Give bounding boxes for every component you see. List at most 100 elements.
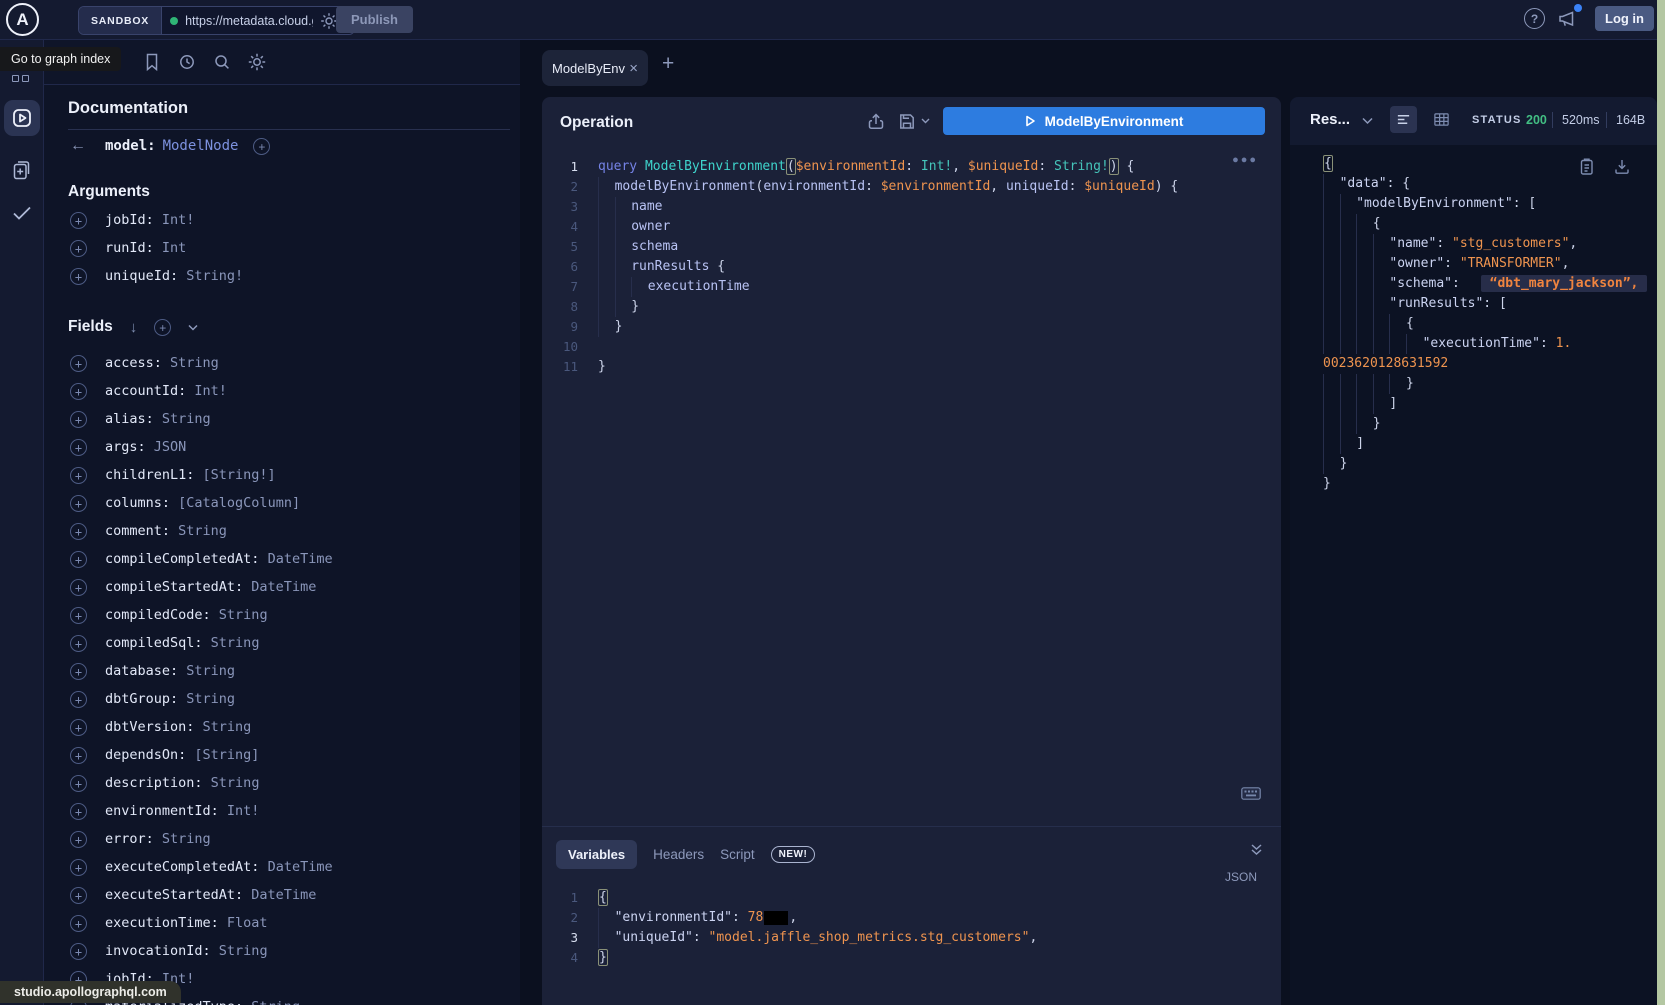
- field-type[interactable]: [CatalogColumn]: [170, 495, 300, 511]
- field-type[interactable]: Int!: [219, 803, 260, 819]
- field-row[interactable]: +dbtVersion: String: [44, 713, 520, 741]
- sidebar-item-schema[interactable]: [11, 158, 33, 182]
- field-row[interactable]: +compileCompletedAt: DateTime: [44, 545, 520, 573]
- field-row[interactable]: +database: String: [44, 657, 520, 685]
- field-row[interactable]: +environmentId: Int!: [44, 797, 520, 825]
- field-row[interactable]: +childrenL1: [String!]: [44, 461, 520, 489]
- add-field-icon[interactable]: +: [70, 579, 87, 596]
- add-field-icon[interactable]: +: [70, 551, 87, 568]
- field-row[interactable]: +dependsOn: [String]: [44, 741, 520, 769]
- field-type[interactable]: String: [154, 831, 211, 847]
- add-field-icon[interactable]: +: [70, 212, 87, 229]
- field-type[interactable]: String: [178, 663, 235, 679]
- add-field-icon[interactable]: +: [70, 495, 87, 512]
- add-field-icon[interactable]: +: [70, 635, 87, 652]
- add-field-icon[interactable]: +: [70, 775, 87, 792]
- field-row[interactable]: +columns: [CatalogColumn]: [44, 489, 520, 517]
- field-type[interactable]: Int: [154, 240, 187, 256]
- add-field-icon[interactable]: +: [70, 719, 87, 736]
- announcements-megaphone-icon[interactable]: [1556, 9, 1578, 29]
- field-type[interactable]: String: [203, 775, 260, 791]
- add-field-icon[interactable]: +: [70, 411, 87, 428]
- settings-gear-icon[interactable]: [247, 51, 267, 73]
- add-field-icon[interactable]: +: [70, 859, 87, 876]
- add-field-icon[interactable]: +: [70, 607, 87, 624]
- field-type[interactable]: String: [170, 523, 227, 539]
- sidebar-item-explorer[interactable]: [4, 100, 40, 136]
- field-type-link[interactable]: ModelNode: [163, 138, 239, 154]
- field-type[interactable]: String: [154, 411, 211, 427]
- share-icon[interactable]: [867, 112, 885, 131]
- field-type[interactable]: String: [203, 635, 260, 651]
- graph-index-icon[interactable]: [12, 75, 29, 82]
- field-type[interactable]: DateTime: [243, 887, 316, 903]
- field-type[interactable]: DateTime: [259, 551, 332, 567]
- field-row[interactable]: +uniqueId: String!: [44, 262, 520, 290]
- field-type[interactable]: String: [211, 607, 268, 623]
- endpoint-url-input[interactable]: https://metadata.cloud.get: [162, 7, 354, 34]
- field-row[interactable]: +compileStartedAt: DateTime: [44, 573, 520, 601]
- field-type[interactable]: [String]: [186, 747, 259, 763]
- raw-view-toggle[interactable]: [1390, 106, 1417, 133]
- run-operation-button[interactable]: ModelByEnvironment: [943, 107, 1265, 135]
- add-all-fields-icon[interactable]: +: [154, 319, 171, 336]
- new-tab-button[interactable]: +: [662, 52, 674, 76]
- add-field-icon[interactable]: +: [70, 943, 87, 960]
- field-row[interactable]: +accountId: Int!: [44, 377, 520, 405]
- add-field-icon[interactable]: +: [70, 691, 87, 708]
- search-icon[interactable]: [212, 51, 232, 73]
- sort-descending-icon[interactable]: ↓: [130, 319, 138, 336]
- tab-script[interactable]: Script: [720, 847, 755, 862]
- add-field-icon[interactable]: +: [70, 467, 87, 484]
- table-view-toggle[interactable]: [1433, 111, 1450, 128]
- back-arrow-icon[interactable]: ←: [70, 137, 86, 155]
- tab-headers[interactable]: Headers: [653, 847, 704, 862]
- field-type[interactable]: JSON: [146, 439, 187, 455]
- tab-modelbyenvironment[interactable]: ModelByEnvi... ×: [542, 50, 648, 86]
- field-row[interactable]: +compiledCode: String: [44, 601, 520, 629]
- field-row[interactable]: +runId: Int: [44, 234, 520, 262]
- field-row[interactable]: +dbtGroup: String: [44, 685, 520, 713]
- field-row[interactable]: +jobId: Int!: [44, 206, 520, 234]
- field-row[interactable]: +invocationId: String: [44, 937, 520, 965]
- collapse-variables-icon[interactable]: [1250, 843, 1263, 856]
- login-button[interactable]: Log in: [1595, 6, 1654, 31]
- add-field-icon[interactable]: +: [70, 355, 87, 372]
- field-row[interactable]: +executionTime: Float: [44, 909, 520, 937]
- bookmark-icon[interactable]: [142, 51, 162, 73]
- chevron-down-icon[interactable]: [1362, 117, 1373, 125]
- publish-button[interactable]: Publish: [336, 6, 413, 33]
- field-type[interactable]: Int!: [154, 212, 195, 228]
- response-title[interactable]: Res...: [1310, 111, 1350, 128]
- close-tab-icon[interactable]: ×: [629, 60, 638, 77]
- add-field-icon[interactable]: +: [70, 383, 87, 400]
- add-field-icon[interactable]: +: [70, 240, 87, 257]
- field-type[interactable]: String: [243, 999, 300, 1005]
- variables-editor[interactable]: 1{2"environmentId": 78,3"uniqueId": "mod…: [542, 888, 1281, 968]
- apollo-logo[interactable]: A: [6, 3, 39, 36]
- field-row[interactable]: +args: JSON: [44, 433, 520, 461]
- field-row[interactable]: +access: String: [44, 349, 520, 377]
- chevron-down-icon[interactable]: [188, 324, 198, 331]
- field-row[interactable]: +description: String: [44, 769, 520, 797]
- add-field-icon[interactable]: +: [70, 915, 87, 932]
- field-type[interactable]: DateTime: [259, 859, 332, 875]
- sidebar-item-checks[interactable]: [11, 204, 33, 222]
- add-field-icon[interactable]: +: [70, 523, 87, 540]
- field-type[interactable]: Float: [219, 915, 268, 931]
- field-type[interactable]: String: [194, 719, 251, 735]
- field-row[interactable]: +error: String: [44, 825, 520, 853]
- field-type[interactable]: DateTime: [243, 579, 316, 595]
- add-field-icon[interactable]: +: [70, 747, 87, 764]
- field-row[interactable]: +executeStartedAt: DateTime: [44, 881, 520, 909]
- save-button[interactable]: [898, 112, 930, 131]
- add-field-icon[interactable]: +: [70, 831, 87, 848]
- add-field-icon[interactable]: +: [70, 803, 87, 820]
- add-field-icon[interactable]: +: [253, 138, 270, 155]
- field-type[interactable]: Int!: [186, 383, 227, 399]
- field-row[interactable]: +executeCompletedAt: DateTime: [44, 853, 520, 881]
- field-type[interactable]: String!: [178, 268, 243, 284]
- field-row[interactable]: +comment: String: [44, 517, 520, 545]
- add-field-icon[interactable]: +: [70, 268, 87, 285]
- add-field-icon[interactable]: +: [70, 887, 87, 904]
